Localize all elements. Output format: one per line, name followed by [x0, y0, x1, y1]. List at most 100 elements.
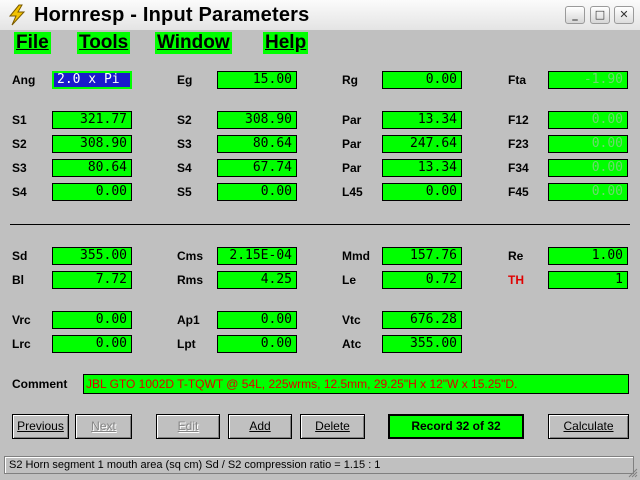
vrc-label: Vrc: [12, 313, 31, 327]
s2-field-top[interactable]: 308.90: [217, 111, 297, 129]
par2-label: Par: [342, 137, 362, 151]
vtc-label: Vtc: [342, 313, 361, 327]
section-divider: [10, 224, 630, 225]
close-icon: ✕: [619, 8, 629, 21]
s2-label: S2: [12, 137, 27, 151]
vtc-field[interactable]: 676.28: [382, 311, 462, 329]
s3-label-top: S3: [177, 137, 192, 151]
next-button-label: Next: [91, 419, 116, 433]
s3-field[interactable]: 80.64: [52, 159, 132, 177]
s4-field[interactable]: 0.00: [52, 183, 132, 201]
cms-label: Cms: [177, 249, 204, 263]
lrc-field[interactable]: 0.00: [52, 335, 132, 353]
calculate-button[interactable]: Calculate: [548, 414, 629, 439]
f34-field[interactable]: 0.00: [548, 159, 628, 177]
menu-bar: File Tools Window Help: [0, 30, 640, 56]
atc-label: Atc: [342, 337, 362, 351]
s2-field[interactable]: 308.90: [52, 135, 132, 153]
par2-field[interactable]: 247.64: [382, 135, 462, 153]
minimize-button[interactable]: _: [565, 6, 585, 24]
minimize-icon: _: [572, 8, 578, 21]
bl-field[interactable]: 7.72: [52, 271, 132, 289]
lrc-label: Lrc: [12, 337, 31, 351]
l45-label: L45: [342, 185, 363, 199]
f45-label: F45: [508, 185, 529, 199]
s5-field[interactable]: 0.00: [217, 183, 297, 201]
rms-label: Rms: [177, 273, 204, 287]
ap1-label: Ap1: [177, 313, 200, 327]
rg-field[interactable]: 0.00: [382, 71, 462, 89]
rg-label: Rg: [342, 73, 358, 87]
bl-label: Bl: [12, 273, 24, 287]
fta-label: Fta: [508, 73, 526, 87]
close-button[interactable]: ✕: [614, 6, 634, 24]
eg-field[interactable]: 15.00: [217, 71, 297, 89]
s4-label: S4: [12, 185, 27, 199]
par1-label: Par: [342, 113, 362, 127]
add-button-label: Add: [249, 419, 271, 433]
par1-field[interactable]: 13.34: [382, 111, 462, 129]
delete-button[interactable]: Delete: [300, 414, 365, 439]
s1-field[interactable]: 321.77: [52, 111, 132, 129]
s1-label: S1: [12, 113, 27, 127]
ap1-field[interactable]: 0.00: [217, 311, 297, 329]
f45-field[interactable]: 0.00: [548, 183, 628, 201]
next-button[interactable]: Next: [75, 414, 132, 439]
f34-label: F34: [508, 161, 529, 175]
fta-field[interactable]: -1.90: [548, 71, 628, 89]
lightning-bolt-icon: [8, 4, 26, 26]
le-field[interactable]: 0.72: [382, 271, 462, 289]
mmd-label: Mmd: [342, 249, 370, 263]
add-button[interactable]: Add: [228, 414, 292, 439]
th-field[interactable]: 1: [548, 271, 628, 289]
record-indicator: Record 32 of 32: [388, 414, 524, 439]
edit-button[interactable]: Edit: [156, 414, 220, 439]
lpt-field[interactable]: 0.00: [217, 335, 297, 353]
menu-file[interactable]: File: [14, 32, 51, 54]
sd-label: Sd: [12, 249, 28, 263]
mmd-field[interactable]: 157.76: [382, 247, 462, 265]
maximize-button[interactable]: □: [590, 6, 610, 24]
previous-button-label: Previous: [17, 419, 64, 433]
eg-label: Eg: [177, 73, 193, 87]
edit-button-label: Edit: [177, 419, 199, 433]
s2-label-top: S2: [177, 113, 192, 127]
maximize-icon: □: [594, 8, 606, 21]
cms-field[interactable]: 2.15E-04: [217, 247, 297, 265]
le-label: Le: [342, 273, 357, 287]
f12-field[interactable]: 0.00: [548, 111, 628, 129]
ang-label: Ang: [12, 73, 36, 87]
calculate-button-label: Calculate: [563, 419, 614, 433]
re-label: Re: [508, 249, 524, 263]
window-title: Hornresp - Input Parameters: [34, 4, 310, 26]
vrc-field[interactable]: 0.00: [52, 311, 132, 329]
rms-field[interactable]: 4.25: [217, 271, 297, 289]
menu-help[interactable]: Help: [263, 32, 309, 54]
sd-field[interactable]: 355.00: [52, 247, 132, 265]
menu-tools[interactable]: Tools: [77, 32, 131, 54]
s3-label: S3: [12, 161, 27, 175]
previous-button[interactable]: Previous: [12, 414, 69, 439]
s4-field-top[interactable]: 67.74: [217, 159, 297, 177]
menu-window[interactable]: Window: [155, 32, 232, 54]
atc-field[interactable]: 355.00: [382, 335, 462, 353]
s3-field-top[interactable]: 80.64: [217, 135, 297, 153]
f23-field[interactable]: 0.00: [548, 135, 628, 153]
delete-button-label: Delete: [315, 419, 350, 433]
resize-grip-icon[interactable]: [626, 466, 638, 478]
f23-label: F23: [508, 137, 529, 151]
s5-label: S5: [177, 185, 192, 199]
status-bar: S2 Horn segment 1 mouth area (sq cm) Sd …: [4, 456, 634, 474]
par3-field[interactable]: 13.34: [382, 159, 462, 177]
title-bar[interactable]: Hornresp - Input Parameters _ □ ✕: [0, 0, 640, 31]
comment-label: Comment: [12, 377, 68, 391]
l45-field[interactable]: 0.00: [382, 183, 462, 201]
f12-label: F12: [508, 113, 529, 127]
comment-field[interactable]: JBL GTO 1002D T-TQWT @ 54L, 225wrms, 12.…: [83, 374, 629, 394]
hornresp-window: Hornresp - Input Parameters _ □ ✕ File T…: [0, 0, 640, 480]
lpt-label: Lpt: [177, 337, 196, 351]
ang-field[interactable]: 2.0 x Pi: [52, 71, 132, 89]
th-label[interactable]: TH: [508, 273, 524, 287]
par3-label: Par: [342, 161, 362, 175]
re-field[interactable]: 1.00: [548, 247, 628, 265]
